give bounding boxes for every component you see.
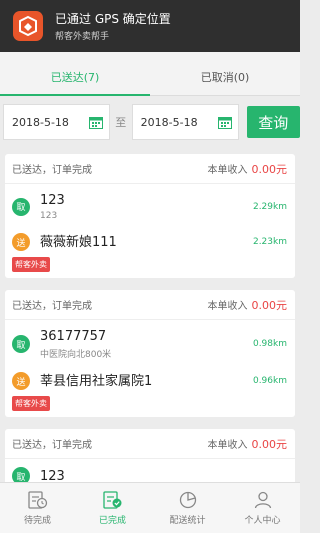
system-notification[interactable]: 已通过 GPS 确定位置 帮客外卖帮手 [0, 0, 300, 52]
nav-pending[interactable]: 待完成 [0, 483, 75, 533]
date-filter: 2018-5-18 至 2018-5-18 查询 [0, 102, 300, 142]
order-income: 本单收入 0.00元 [208, 436, 288, 452]
nav-profile[interactable]: 个人中心 [225, 483, 300, 533]
pickup-badge: 取 [12, 335, 30, 353]
app-logo-icon [13, 11, 43, 41]
order-income: 本单收入 0.00元 [208, 297, 288, 313]
order-income: 本单收入 0.00元 [208, 161, 288, 177]
start-date-value: 2018-5-18 [12, 115, 69, 129]
notification-subtitle: 帮客外卖帮手 [55, 31, 110, 42]
order-card[interactable]: 已送达，订单完成 本单收入 0.00元 取 36177757 中医院向北800米 … [5, 290, 295, 417]
nav-completed-label: 已完成 [98, 516, 126, 526]
income-label: 本单收入 [207, 164, 248, 176]
dropoff-badge: 送 [12, 233, 30, 251]
order-status: 已送达，订单完成 [12, 301, 92, 312]
order-tabs: 已送达(7) 已取消(0) [0, 52, 300, 96]
pickup-distance: 2.29km [252, 201, 287, 212]
order-status: 已送达，订单完成 [12, 165, 92, 176]
dropoff-stop: 送 薇薇新娘111 2.23km [5, 221, 295, 251]
source-tag: 帮客外卖 [12, 257, 50, 272]
dropoff-name: 莘县信用社家属院1 [40, 373, 153, 389]
nav-pending-label: 待完成 [23, 516, 51, 526]
income-amount: 0.00元 [251, 162, 288, 176]
income-label: 本单收入 [207, 439, 248, 451]
calendar-icon [217, 117, 232, 129]
pending-icon [27, 491, 47, 509]
pickup-address: 中医院向北800米 [40, 350, 112, 360]
income-amount: 0.00元 [251, 298, 288, 312]
calendar-icon [88, 117, 103, 129]
pickup-stop: 取 36177757 中医院向北800米 0.98km [5, 320, 295, 360]
pickup-name: 123 [40, 193, 65, 208]
dropoff-badge: 送 [12, 372, 30, 390]
end-date-value: 2018-5-18 [140, 115, 198, 129]
nav-profile-label: 个人中心 [244, 516, 281, 526]
pickup-address: 123 [40, 211, 58, 221]
nav-statistics[interactable]: 配送统计 [150, 483, 225, 533]
search-button[interactable]: 查询 [246, 106, 300, 138]
nav-completed[interactable]: 已完成 [75, 483, 150, 533]
bottom-navigation: 待完成 已完成 配送统计 个人中心 [0, 482, 300, 533]
dropoff-distance: 0.96km [252, 376, 287, 386]
tab-delivered[interactable]: 已送达(7) [0, 52, 150, 96]
order-status: 已送达，订单完成 [12, 440, 92, 451]
income-amount: 0.00元 [251, 437, 288, 451]
pickup-badge: 取 [12, 197, 30, 216]
dropoff-name: 薇薇新娘111 [40, 234, 117, 250]
start-date-field[interactable]: 2018-5-18 [3, 104, 110, 140]
income-label: 本单收入 [207, 300, 248, 312]
pie-chart-icon [179, 491, 196, 509]
end-date-field[interactable]: 2018-5-18 [131, 104, 239, 140]
pickup-stop: 取 123 123 2.29km [5, 184, 295, 221]
order-card[interactable]: 已送达，订单完成 本单收入 0.00元 取 123 123 2.29km 送 薇薇… [5, 154, 295, 278]
notification-title: 已通过 GPS 确定位置 [55, 11, 171, 26]
date-separator: 至 [115, 116, 127, 129]
source-tag: 帮客外卖 [12, 396, 50, 411]
tab-cancelled[interactable]: 已取消(0) [150, 52, 300, 95]
pickup-name: 36177757 [40, 329, 107, 344]
pickup-distance: 0.98km [252, 339, 287, 349]
person-icon [254, 491, 271, 509]
dropoff-distance: 2.23km [252, 237, 287, 247]
dropoff-stop: 送 莘县信用社家属院1 0.96km [5, 360, 295, 390]
completed-icon [102, 491, 121, 509]
order-list: 已送达，订单完成 本单收入 0.00元 取 123 123 2.29km 送 薇薇… [5, 154, 295, 503]
nav-statistics-label: 配送统计 [169, 516, 206, 526]
